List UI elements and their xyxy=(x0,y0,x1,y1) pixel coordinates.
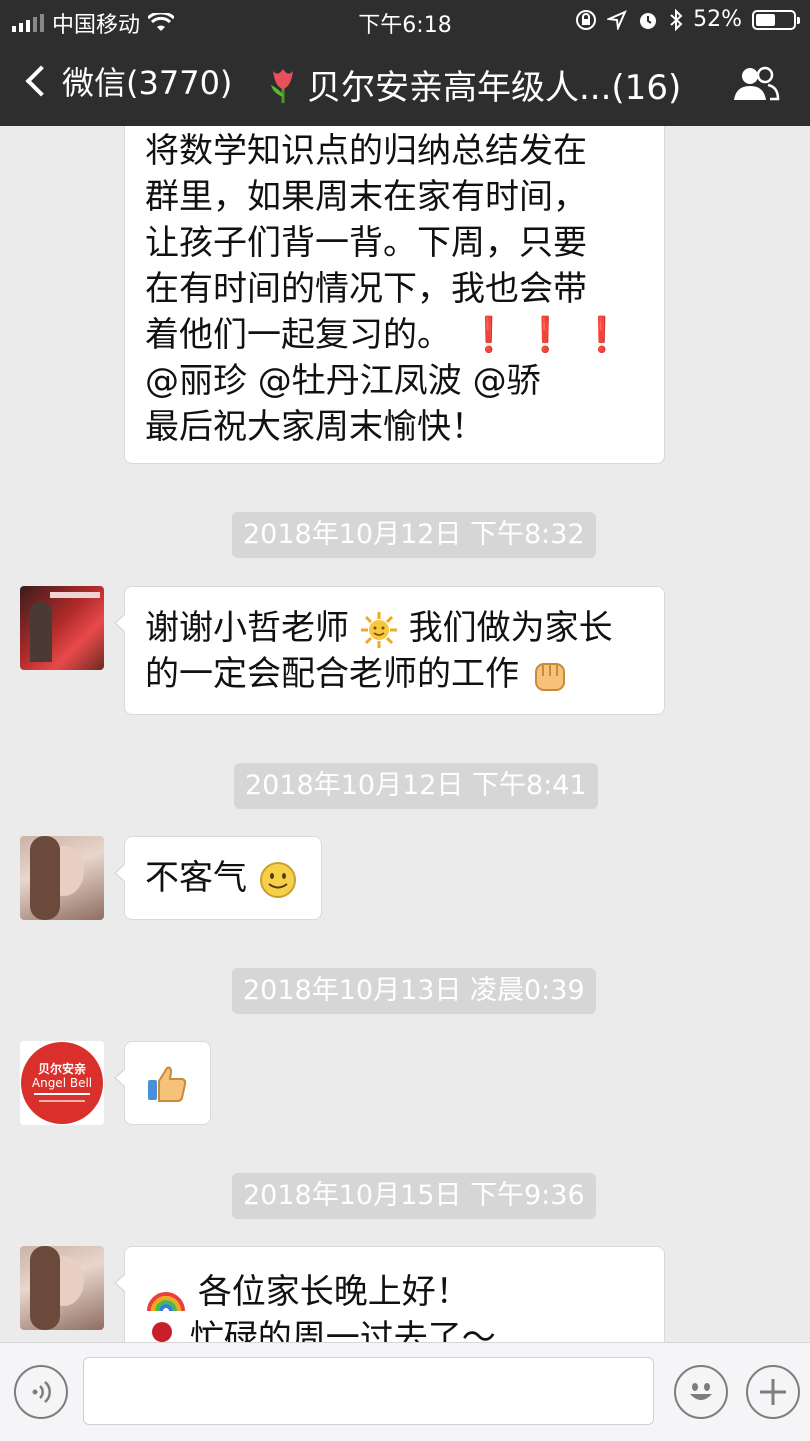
message-line: 将数学知识点的归纳总结发在 xyxy=(145,131,587,171)
back-label: 微信(3770) xyxy=(62,64,233,102)
avatar[interactable] xyxy=(20,836,104,920)
message-text: 谢谢小哲老师 xyxy=(145,608,349,648)
chat-area[interactable]: 将数学知识点的归纳总结发在 群里，如果周末在家有时间， 让孩子们背一背。下周，只… xyxy=(0,126,810,1342)
voice-icon xyxy=(32,1381,51,1403)
voice-button[interactable] xyxy=(14,1365,68,1419)
sun-emoji-icon xyxy=(360,611,397,648)
message-line: 在有时间的情况下，我也会带 xyxy=(145,269,587,309)
avatar[interactable] xyxy=(20,1246,104,1330)
chat-title: 贝尔安亲高年级人...(16) xyxy=(265,60,681,109)
message-input[interactable] xyxy=(83,1357,654,1425)
logo-text-en: Angel Bell xyxy=(31,1076,93,1090)
message-bubble[interactable] xyxy=(114,1041,211,1125)
group-members-icon[interactable] xyxy=(732,66,780,102)
message-text: 不客气 xyxy=(145,858,247,898)
avatar[interactable]: 贝尔安亲 Angel Bell xyxy=(20,1041,104,1125)
message-text: 着他们一起复习的。 xyxy=(145,315,451,355)
timestamp: 2018年10月12日 下午8:41 xyxy=(234,763,598,809)
message-line: 群里，如果周末在家有时间， xyxy=(145,177,587,217)
message-bubble[interactable]: 将数学知识点的归纳总结发在 群里，如果周末在家有时间， 让孩子们背一背。下周，只… xyxy=(124,126,665,464)
status-bar: 中国移动 下午6:18 52% xyxy=(0,0,810,40)
message-text: 忙碌的周一过去了～ xyxy=(189,1318,496,1342)
message-line: 各位家长晚上好！ xyxy=(145,1269,644,1315)
fist-emoji-icon xyxy=(534,662,565,691)
chat-title-text: 贝尔安亲高年级人...(16) xyxy=(307,68,682,108)
message-bubble[interactable]: 各位家长晚上好！ 忙碌的周一过去了～ xyxy=(114,1246,665,1342)
bluetooth-icon xyxy=(670,8,683,31)
logo-text: 贝尔安亲 xyxy=(37,1062,86,1076)
message-line: 让孩子们背一背。下周，只要 xyxy=(145,223,587,263)
message-line: @丽珍 @牡丹江凤波 @骄 xyxy=(145,361,541,401)
battery-icon xyxy=(752,9,800,30)
message-bubble[interactable]: 谢谢小哲老师 我们做为家长 的一定会配合老师的工作 xyxy=(114,586,665,715)
brand-logo: 贝尔安亲 Angel Bell xyxy=(21,1042,103,1124)
message-text: 的一定会配合老师的工作 xyxy=(145,654,519,694)
smile-emoji-icon xyxy=(259,861,296,898)
back-button[interactable]: 微信(3770) xyxy=(22,58,232,104)
timestamp: 2018年10月13日 凌晨0:39 xyxy=(232,968,596,1014)
tulip-icon xyxy=(271,68,293,103)
message-text: 我们做为家长 xyxy=(408,608,613,648)
thumbs-up-emoji-icon xyxy=(148,1066,187,1102)
plus-icon xyxy=(760,1379,786,1405)
rotation-lock-icon xyxy=(576,9,597,30)
more-button[interactable] xyxy=(746,1365,800,1419)
message-line: 忙碌的周一过去了～ xyxy=(145,1315,644,1342)
message-line: 着他们一起复习的。 ❗️❗️❗️ xyxy=(145,312,644,358)
message-line: 的一定会配合老师的工作 xyxy=(145,651,644,697)
message-line: 谢谢小哲老师 我们做为家长 xyxy=(145,605,644,651)
location-icon xyxy=(607,9,628,30)
nav-bar: 微信(3770) 贝尔安亲高年级人...(16) xyxy=(0,40,810,126)
battery-percent: 52% xyxy=(693,7,742,32)
message-line: 最后祝大家周末愉快！ xyxy=(145,407,485,447)
alarm-icon xyxy=(640,12,657,29)
message-bubble[interactable]: 不客气 xyxy=(114,836,322,920)
rainbow-emoji-icon xyxy=(147,1291,185,1311)
timestamp: 2018年10月15日 下午9:36 xyxy=(232,1173,596,1219)
chevron-left-icon xyxy=(25,65,57,97)
message-text: 各位家长晚上好！ xyxy=(197,1272,470,1312)
avatar[interactable] xyxy=(20,586,104,670)
rose-emoji-icon xyxy=(152,1321,172,1342)
timestamp: 2018年10月12日 下午8:32 xyxy=(232,512,596,558)
input-bar xyxy=(0,1342,810,1441)
exclamation-icon: ❗️❗️❗️ xyxy=(467,315,637,355)
emoji-icon xyxy=(690,1383,712,1400)
emoji-button[interactable] xyxy=(674,1365,728,1419)
